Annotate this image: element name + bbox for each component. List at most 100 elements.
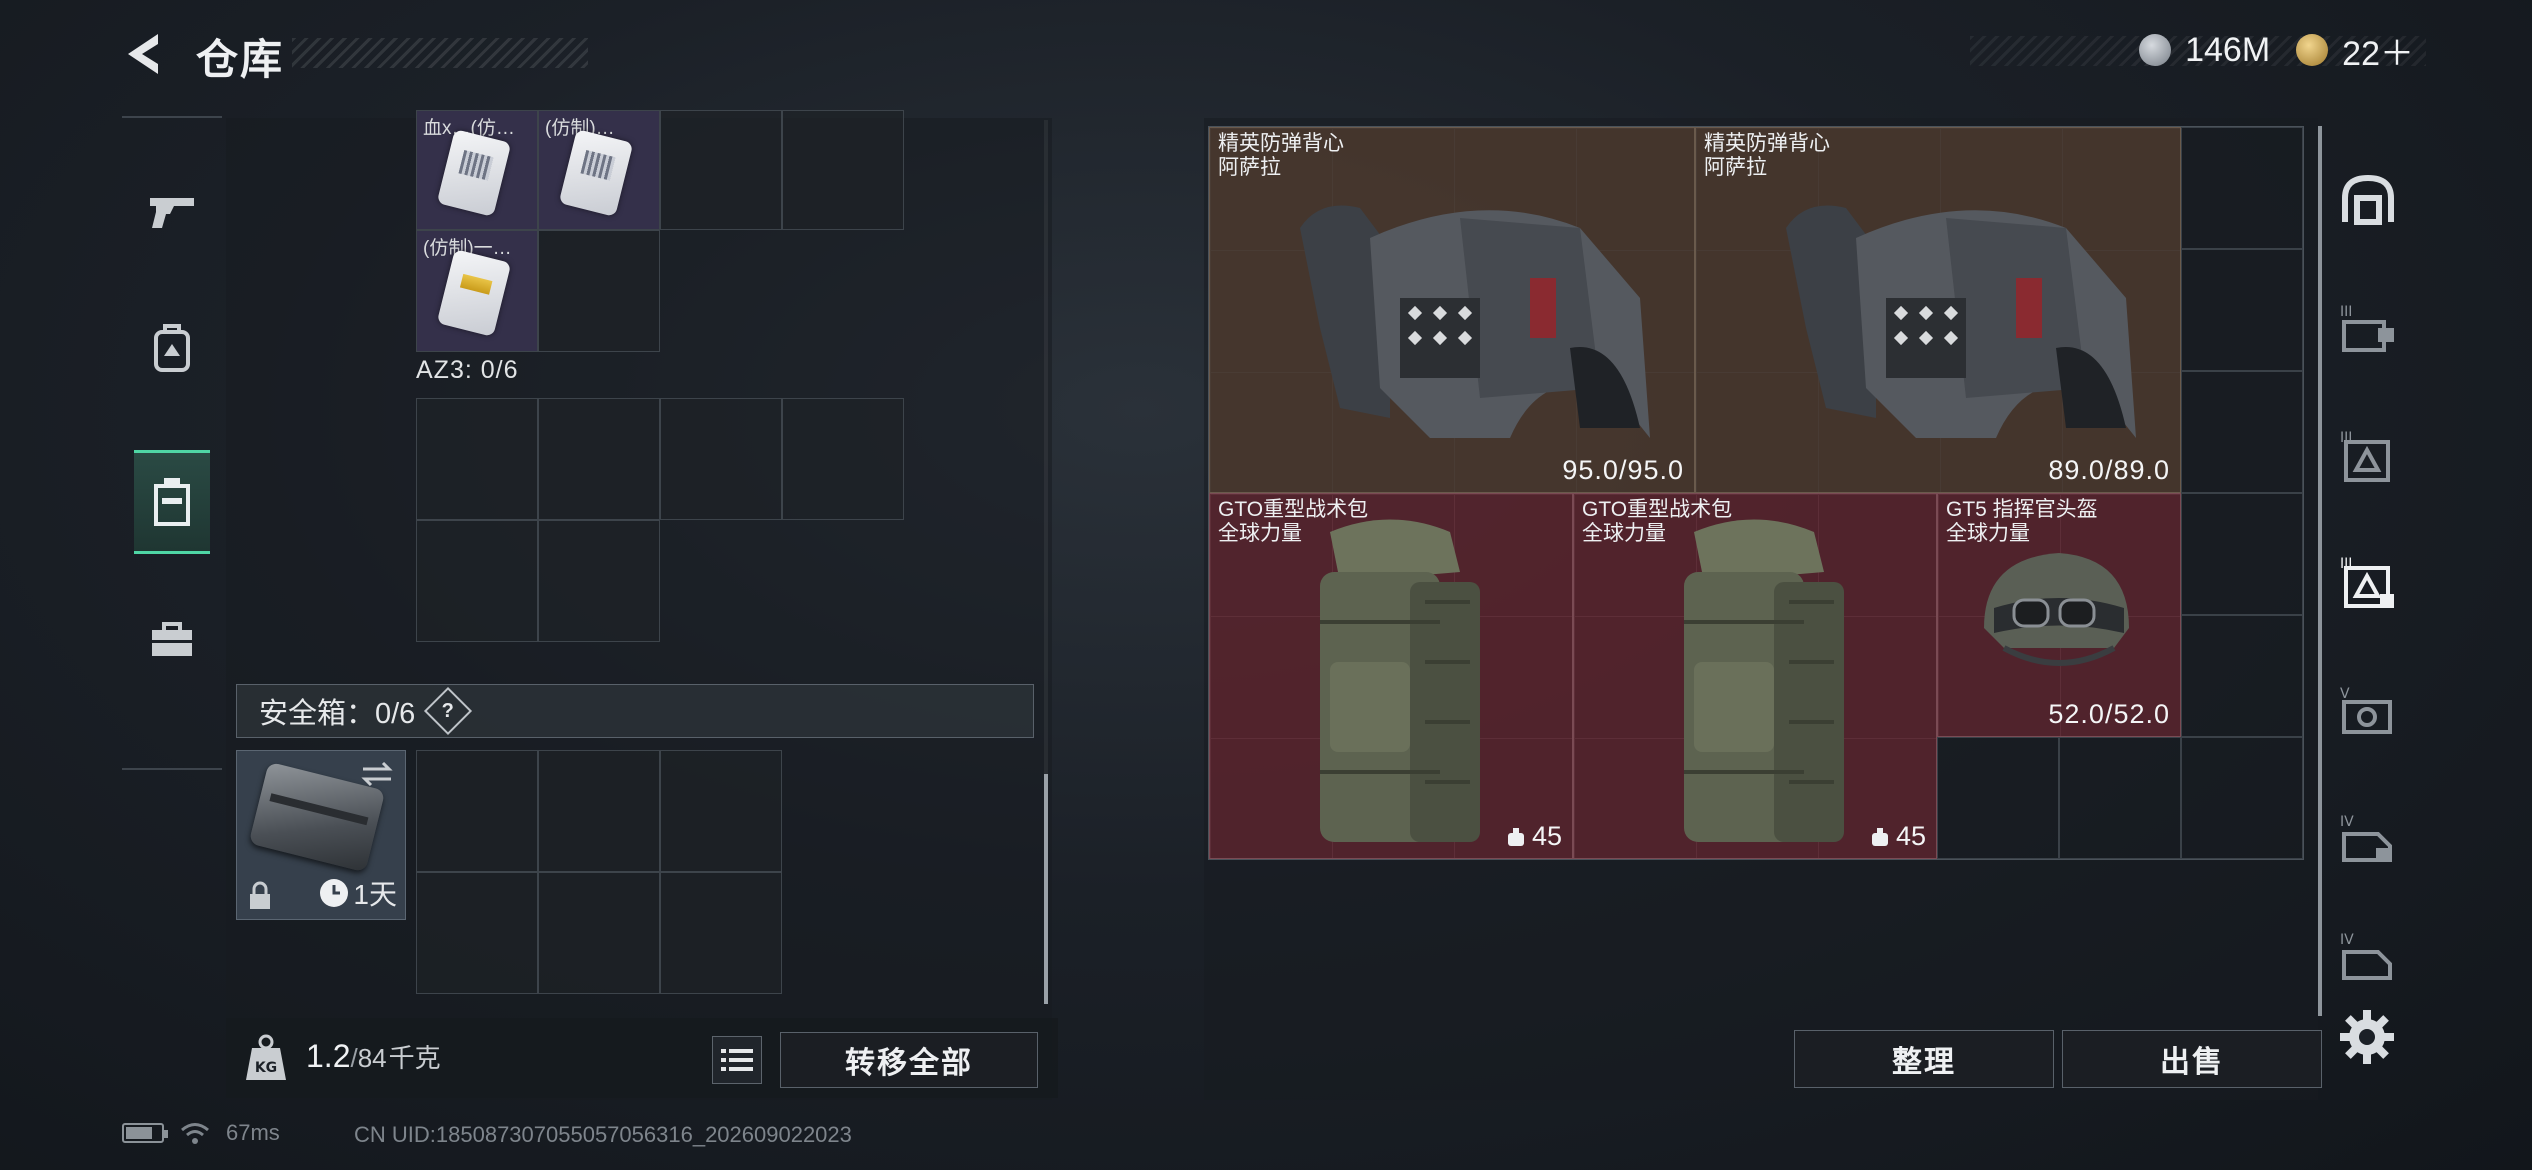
item-name: GTO重型战术包	[1582, 498, 1733, 521]
armor-vest-image	[1786, 205, 2136, 438]
category-containers[interactable]	[134, 588, 210, 692]
settings-gear-icon[interactable]	[2338, 1008, 2396, 1066]
inventory-slot-item[interactable]: (仿制)一…	[416, 230, 538, 352]
stash-item-backpack[interactable]: GTO重型战术包 全球力量 45	[1209, 493, 1573, 859]
currency-display: 146M 22＋	[1970, 26, 2426, 75]
backpack-icon	[154, 324, 190, 372]
tier3-armor-filter-icon: III	[2340, 304, 2394, 352]
inventory-slot[interactable]	[538, 398, 660, 520]
stash-item-vest[interactable]: 精英防弹背心 阿萨拉 95.0/95.0	[1209, 127, 1695, 493]
capacity-icon	[1871, 827, 1888, 846]
inventory-slot[interactable]	[416, 398, 538, 520]
keycard-image	[436, 129, 512, 217]
back-button[interactable]	[118, 28, 170, 80]
tactical-backpack-image	[1684, 519, 1844, 842]
rental-timer-value: 1天	[353, 879, 397, 910]
stash-slot[interactable]	[2181, 493, 2303, 615]
item-brand: 阿萨拉	[1218, 156, 1281, 179]
page-title: 仓库	[196, 36, 285, 83]
inventory-slot[interactable]	[416, 520, 538, 642]
stash-slot[interactable]	[2181, 127, 2303, 249]
inventory-slot[interactable]	[660, 398, 782, 520]
filter-tier4-misc[interactable]: IV	[2332, 922, 2404, 994]
inventory-slot[interactable]	[782, 398, 904, 520]
keycard-image	[436, 249, 512, 337]
stash-grid: 精英防弹背心 阿萨拉 95.0/95.0 精英防弹背心 阿萨拉 89.0/89.…	[1208, 126, 2304, 860]
capacity-icon	[1507, 827, 1524, 846]
filter-tier3-rig[interactable]: III	[2332, 420, 2404, 492]
inventory-slot[interactable]	[538, 520, 660, 642]
inventory-slot[interactable]	[782, 110, 904, 230]
list-view-button[interactable]	[712, 1036, 762, 1084]
tier5-filter-icon: V	[2340, 686, 2392, 734]
inventory-slot[interactable]	[538, 872, 660, 994]
item-name: GTO重型战术包	[1218, 498, 1369, 521]
helmet-filter-icon	[2342, 174, 2394, 225]
stash-item-helmet[interactable]: GT5 指挥官头盔 全球力量 52.0/52.0	[1937, 493, 2181, 737]
weight-current: 1.2	[306, 1038, 351, 1074]
gold-balance[interactable]: 22＋	[2342, 26, 2414, 75]
capacity-readout: 45	[1870, 821, 1926, 852]
item-name: GT5 指挥官头盔	[1946, 498, 2098, 521]
inventory-slot-item[interactable]: 血x…(仿…	[416, 110, 538, 230]
status-bar: 67ms	[122, 1120, 280, 1146]
capacity-readout: 45	[1506, 821, 1562, 852]
pistol-icon	[150, 198, 194, 228]
ping-value: 67ms	[226, 1120, 280, 1145]
inventory-slot[interactable]	[538, 750, 660, 872]
item-name: 精英防弹背心	[1704, 132, 1830, 155]
chest-rig-icon	[154, 478, 190, 526]
tier3-container-filter-icon: III	[2340, 556, 2394, 608]
tier4-filter-icon: IV	[2340, 814, 2392, 862]
sell-button[interactable]: 出售	[2062, 1030, 2322, 1088]
stash-slot[interactable]	[2181, 371, 2303, 493]
category-chest-rigs[interactable]	[134, 450, 210, 554]
inventory-slot[interactable]	[416, 872, 538, 994]
stash-item-backpack[interactable]: GTO重型战术包 全球力量 45	[1573, 493, 1937, 859]
svg-text:V: V	[2340, 686, 2350, 702]
item-brand: 全球力量	[1218, 522, 1302, 545]
item-brand: 全球力量	[1582, 522, 1666, 545]
inventory-slot[interactable]	[660, 750, 782, 872]
category-backpacks[interactable]	[134, 296, 210, 400]
capacity-value: 45	[1531, 821, 1562, 851]
filter-tier4[interactable]: IV	[2332, 804, 2404, 876]
safe-case-slot[interactable]: 1天	[236, 750, 406, 920]
stash-item-vest[interactable]: 精英防弹背心 阿萨拉 89.0/89.0	[1695, 127, 2181, 493]
svg-text:KG: KG	[255, 1060, 277, 1076]
inventory-slot[interactable]	[660, 110, 782, 230]
sort-button[interactable]: 整理	[1794, 1030, 2054, 1088]
stash-slot[interactable]	[2181, 615, 2303, 737]
filter-tier5[interactable]: V	[2332, 676, 2404, 748]
stash-slot[interactable]	[2059, 737, 2181, 859]
tier4-misc-filter-icon: IV	[2340, 932, 2392, 980]
inventory-slot[interactable]	[538, 230, 660, 352]
swap-icon[interactable]	[359, 759, 395, 789]
clock-icon	[320, 879, 349, 907]
inventory-slot[interactable]	[416, 750, 538, 872]
stash-slot[interactable]	[2181, 737, 2303, 859]
durability-value: 52.0/52.0	[2048, 699, 2170, 729]
tier3-rig-filter-icon: III	[2340, 430, 2390, 482]
weight-max: 84	[357, 1043, 387, 1073]
safe-box-label: 安全箱：0/6	[259, 698, 416, 730]
category-weapons[interactable]	[134, 160, 210, 264]
stash-slot[interactable]	[1937, 737, 2059, 859]
inventory-slot-item[interactable]: (仿制)…	[538, 110, 660, 230]
svg-text:III: III	[2340, 304, 2352, 320]
filter-rail: III III III V IV IV	[2320, 126, 2412, 1026]
gold-coin-icon	[2296, 34, 2329, 66]
durability-value: 89.0/89.0	[2048, 455, 2170, 485]
scrollbar-thumb[interactable]	[1044, 774, 1048, 1004]
inventory-slot[interactable]	[660, 872, 782, 994]
filter-helmet[interactable]	[2332, 164, 2404, 236]
svg-text:IV: IV	[2340, 932, 2354, 948]
filter-tier3-container[interactable]: III	[2332, 546, 2404, 618]
weight-icon: KG	[246, 1034, 286, 1080]
help-icon[interactable]: ?	[424, 686, 473, 736]
svg-text:IV: IV	[2340, 814, 2354, 830]
filter-tier3-armor[interactable]: III	[2332, 294, 2404, 366]
stash-slot[interactable]	[2181, 249, 2303, 371]
transfer-all-button[interactable]: 转移全部	[780, 1032, 1038, 1088]
category-rail	[122, 116, 222, 770]
